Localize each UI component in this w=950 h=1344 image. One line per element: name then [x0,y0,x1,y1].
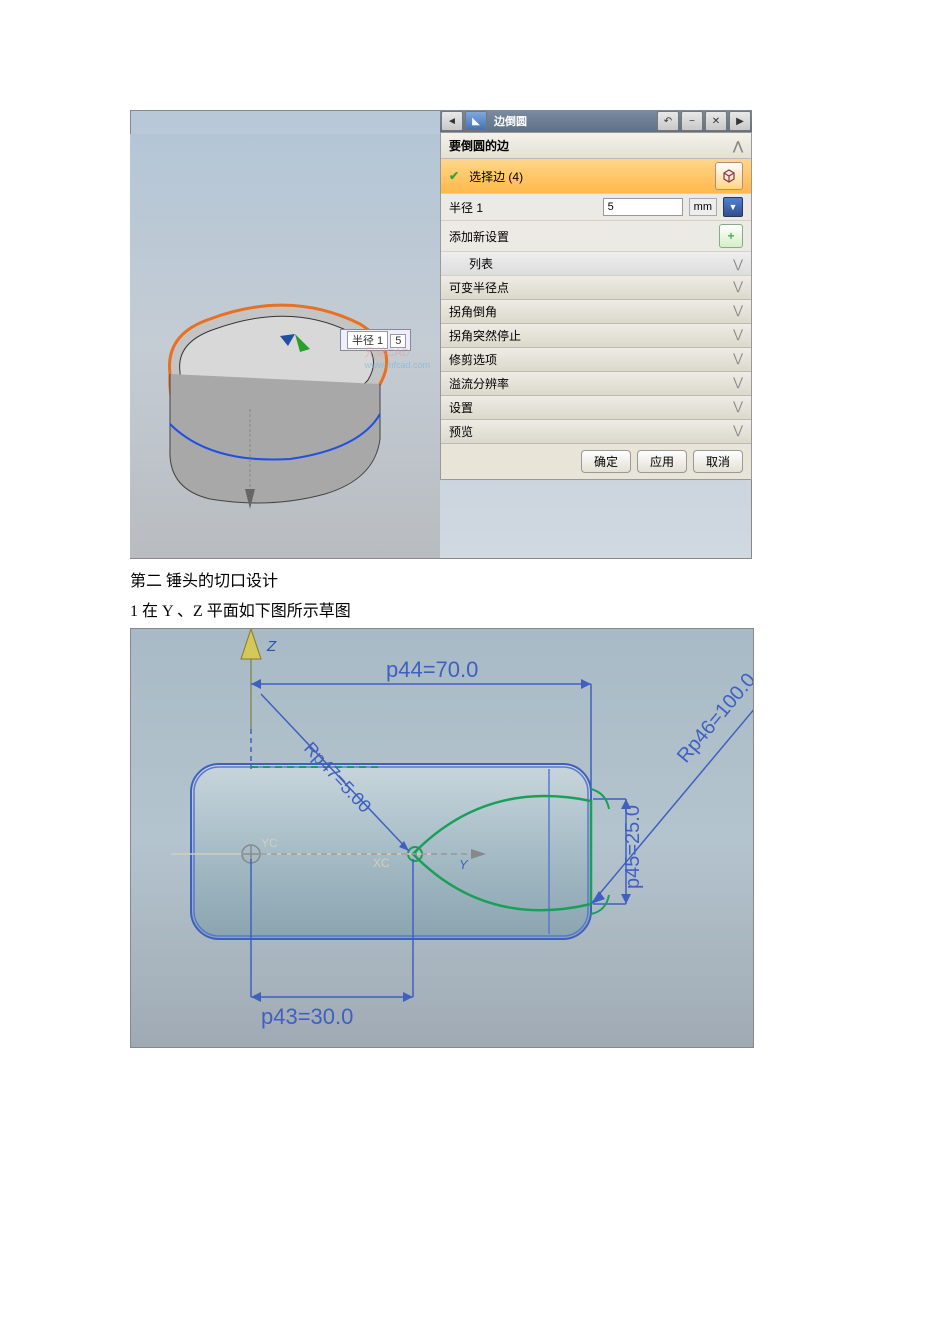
figure-sketch-yz: Y XC YC Z p44=70.0 [130,628,754,1048]
radius-unit: mm [689,198,717,216]
dim-p45: p45=25.0 [622,805,644,889]
watermark: 兄弟CAD www.mfcad.com [364,344,430,370]
close-button[interactable]: ✕ [705,111,727,131]
model-body [150,294,410,514]
chevron-down-icon: ⋁ [733,279,743,296]
chevron-down-icon: ⋁ [733,375,743,392]
apply-button[interactable]: 应用 [637,450,687,473]
add-set-button[interactable]: + [719,224,743,248]
minimize-button[interactable]: − [681,111,703,131]
section-edges[interactable]: 要倒圆的边 ⋀ [441,133,751,159]
dim-rp46: Rp46=100.0 [673,669,753,767]
axis-yc-label: YC [261,836,278,850]
dialog-buttons: 确定 应用 取消 [441,444,751,479]
section-variable-radius[interactable]: 可变半径点⋁ [441,276,751,300]
radius-input[interactable] [603,198,683,216]
chevron-down-icon: ⋁ [733,399,743,416]
cancel-button[interactable]: 取消 [693,450,743,473]
caption-section2: 第二 锤头的切口设计 [130,569,950,595]
viewport-3d[interactable]: 半径 15 兄弟CAD www.mfcad.com [130,134,440,558]
dim-p43: p43=30.0 [261,1004,353,1029]
dialog-panel: 要倒圆的边 ⋀ ✔ 选择边 (4) 半径 1 mm ▼ 添加新设置 + [440,132,752,480]
dim-p44: p44=70.0 [386,657,478,682]
undo-button[interactable]: ↶ [657,111,679,131]
radius-dropdown-button[interactable]: ▼ [723,197,743,217]
axis-z-label: Z [266,638,277,655]
forward-button[interactable]: ◣ [465,111,487,131]
section-preview[interactable]: 预览⋁ [441,420,751,444]
axis-y-label: Y [459,857,469,872]
add-set-row: 添加新设置 + [441,221,751,252]
section-corner-chamfer[interactable]: 拐角倒角⋁ [441,300,751,324]
figure-edge-blend: 半径 15 兄弟CAD www.mfcad.com ◄ ◣ 边倒圆 ↶ − ✕ … [130,110,752,559]
next-button[interactable]: ▶ [729,111,751,131]
chevron-down-icon: ⋁ [733,303,743,320]
dialog-title: 边倒圆 [494,113,527,129]
select-cube-button[interactable] [715,162,743,190]
section-settings[interactable]: 设置⋁ [441,396,751,420]
back-button[interactable]: ◄ [441,111,463,131]
select-edge-row[interactable]: ✔ 选择边 (4) [441,159,751,194]
chevron-down-icon: ⋁ [733,351,743,368]
section-corner-stop[interactable]: 拐角突然停止⋁ [441,324,751,348]
chevron-down-icon: ⋁ [733,423,743,440]
chevron-down-icon: ⋁ [733,327,743,344]
radius-row: 半径 1 mm ▼ [441,194,751,221]
dialog-titlebar: ◄ ◣ 边倒圆 ↶ − ✕ ▶ [440,110,752,132]
chevron-down-icon: ⋁ [733,257,743,271]
ok-button[interactable]: 确定 [581,450,631,473]
axis-xc-label: XC [373,856,390,870]
check-icon: ✔ [449,169,459,183]
section-trim-options[interactable]: 修剪选项⋁ [441,348,751,372]
caption-step1: 1 在 Y 、Z 平面如下图所示草图 [130,599,950,625]
list-row[interactable]: 列表 ⋁ [441,252,751,276]
section-overflow[interactable]: 溢流分辨率⋁ [441,372,751,396]
chevron-up-icon: ⋀ [733,139,743,153]
